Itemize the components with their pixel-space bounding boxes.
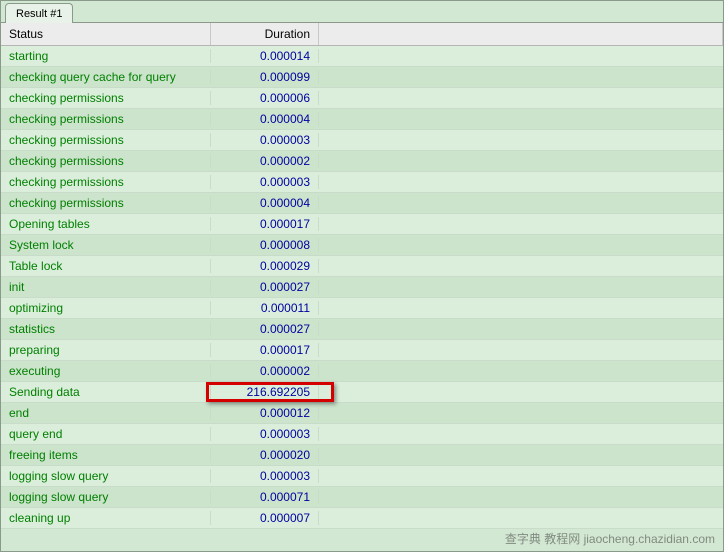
cell-duration: 0.000003 (211, 469, 319, 483)
table-row[interactable]: query end0.000003 (1, 424, 723, 445)
grid-header: Status Duration (1, 23, 723, 46)
cell-duration: 0.000029 (211, 259, 319, 273)
cell-duration: 0.000006 (211, 91, 319, 105)
cell-duration: 0.000011 (211, 301, 319, 315)
cell-duration: 0.000002 (211, 364, 319, 378)
cell-status: statistics (1, 322, 211, 336)
cell-status: freeing items (1, 448, 211, 462)
table-row[interactable]: checking permissions0.000004 (1, 109, 723, 130)
cell-status: checking permissions (1, 112, 211, 126)
cell-status: System lock (1, 238, 211, 252)
table-row[interactable]: executing0.000002 (1, 361, 723, 382)
table-row[interactable]: checking query cache for query0.000099 (1, 67, 723, 88)
tab-bar: Result #1 (1, 1, 723, 23)
cell-duration: 0.000008 (211, 238, 319, 252)
cell-duration: 0.000017 (211, 343, 319, 357)
cell-duration: 216.692205 (211, 385, 319, 399)
cell-duration: 0.000003 (211, 427, 319, 441)
cell-duration: 0.000099 (211, 70, 319, 84)
cell-status: checking permissions (1, 133, 211, 147)
table-row[interactable]: checking permissions0.000002 (1, 151, 723, 172)
table-row[interactable]: optimizing0.000011 (1, 298, 723, 319)
tab-result-1[interactable]: Result #1 (5, 3, 73, 23)
table-row[interactable]: Sending data216.692205 (1, 382, 723, 403)
table-row[interactable]: checking permissions0.000003 (1, 130, 723, 151)
cell-status: optimizing (1, 301, 211, 315)
cell-status: logging slow query (1, 469, 211, 483)
column-header-status[interactable]: Status (1, 23, 211, 45)
table-row[interactable]: statistics0.000027 (1, 319, 723, 340)
cell-duration: 0.000071 (211, 490, 319, 504)
grid-rows: starting0.000014checking query cache for… (1, 46, 723, 529)
cell-status: Opening tables (1, 217, 211, 231)
table-row[interactable]: preparing0.000017 (1, 340, 723, 361)
cell-duration: 0.000003 (211, 175, 319, 189)
table-row[interactable]: Opening tables0.000017 (1, 214, 723, 235)
table-row[interactable]: logging slow query0.000071 (1, 487, 723, 508)
cell-status: checking permissions (1, 175, 211, 189)
watermark: 查字典 教程网 jiaocheng.chazidian.com (505, 530, 715, 547)
table-row[interactable]: logging slow query0.000003 (1, 466, 723, 487)
table-row[interactable]: Table lock0.000029 (1, 256, 723, 277)
cell-duration: 0.000004 (211, 196, 319, 210)
cell-duration: 0.000002 (211, 154, 319, 168)
cell-duration: 0.000004 (211, 112, 319, 126)
cell-duration: 0.000012 (211, 406, 319, 420)
cell-duration: 0.000020 (211, 448, 319, 462)
cell-duration: 0.000007 (211, 511, 319, 525)
cell-status: cleaning up (1, 511, 211, 525)
table-row[interactable]: System lock0.000008 (1, 235, 723, 256)
cell-status: checking query cache for query (1, 70, 211, 84)
cell-duration: 0.000014 (211, 49, 319, 63)
table-row[interactable]: checking permissions0.000004 (1, 193, 723, 214)
cell-status: checking permissions (1, 91, 211, 105)
result-grid: Status Duration starting0.000014checking… (1, 23, 723, 529)
cell-duration: 0.000027 (211, 322, 319, 336)
cell-status: logging slow query (1, 490, 211, 504)
cell-status: init (1, 280, 211, 294)
table-row[interactable]: checking permissions0.000006 (1, 88, 723, 109)
table-row[interactable]: init0.000027 (1, 277, 723, 298)
table-row[interactable]: end0.000012 (1, 403, 723, 424)
cell-status: preparing (1, 343, 211, 357)
cell-duration: 0.000003 (211, 133, 319, 147)
table-row[interactable]: checking permissions0.000003 (1, 172, 723, 193)
cell-status: checking permissions (1, 154, 211, 168)
column-header-empty (319, 23, 723, 45)
cell-status: Sending data (1, 385, 211, 399)
cell-status: query end (1, 427, 211, 441)
cell-duration: 0.000017 (211, 217, 319, 231)
cell-duration: 0.000027 (211, 280, 319, 294)
cell-status: executing (1, 364, 211, 378)
cell-status: checking permissions (1, 196, 211, 210)
table-row[interactable]: freeing items0.000020 (1, 445, 723, 466)
cell-status: end (1, 406, 211, 420)
column-header-duration[interactable]: Duration (211, 23, 319, 45)
cell-status: starting (1, 49, 211, 63)
cell-status: Table lock (1, 259, 211, 273)
table-row[interactable]: cleaning up0.000007 (1, 508, 723, 529)
table-row[interactable]: starting0.000014 (1, 46, 723, 67)
result-panel: Result #1 Status Duration starting0.0000… (0, 0, 724, 552)
